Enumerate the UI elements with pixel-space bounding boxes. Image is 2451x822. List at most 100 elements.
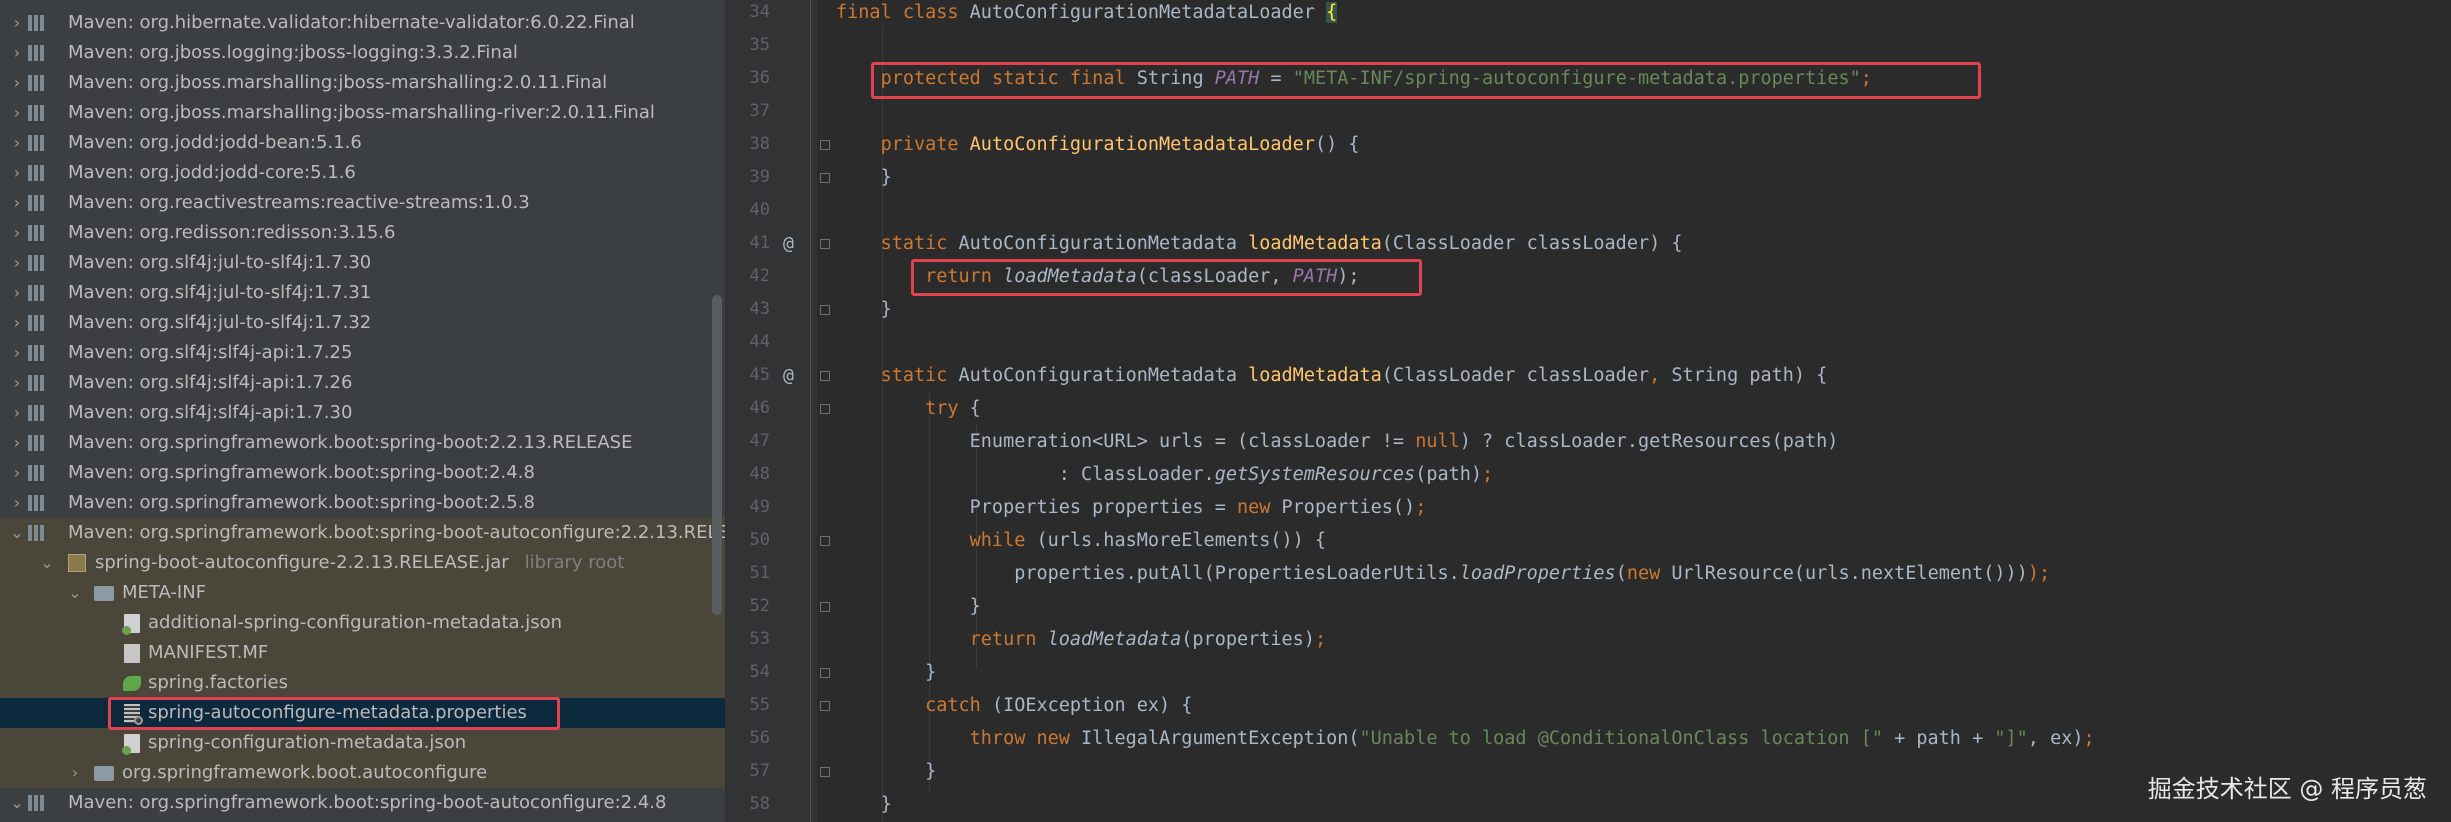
tree-item-additional-metadata-json[interactable]: additional-spring-configuration-metadata… [0,608,725,638]
code-line-45[interactable]: static AutoConfigurationMetadata loadMet… [836,359,1828,392]
fold-icon[interactable] [820,173,830,183]
line-number: 41 [749,233,770,253]
tree-item-jar-library-root[interactable]: ⌄ spring-boot-autoconfigure-2.2.13.RELEA… [0,548,725,578]
code-token: static [880,233,959,254]
chevron-down-icon[interactable]: ⌄ [68,578,82,608]
chevron-right-icon[interactable]: › [10,458,24,488]
tree-item-jboss-marshalling[interactable]: › Maven: org.jboss.marshalling:jboss-mar… [0,68,725,98]
code-line-38[interactable]: private AutoConfigurationMetadataLoader(… [836,128,1360,161]
chevron-right-icon[interactable]: › [68,758,82,788]
code-line-43[interactable]: } [836,293,892,326]
library-icon [28,105,44,121]
tree-item-jul-to-slf4j-1730[interactable]: › Maven: org.slf4j:jul-to-slf4j:1.7.30 [0,248,725,278]
library-icon [28,375,44,391]
code-line-52[interactable]: } [836,590,981,623]
fold-icon[interactable] [820,536,830,546]
tree-item-label: Maven: org.jboss.marshalling:jboss-marsh… [68,102,655,123]
code-token: loadProperties [1459,563,1616,584]
tree-item-label: Maven: org.redisson:redisson:3.15.6 [68,222,396,243]
tree-item-jul-to-slf4j-1731[interactable]: › Maven: org.slf4j:jul-to-slf4j:1.7.31 [0,278,725,308]
chevron-right-icon[interactable]: › [10,338,24,368]
tree-item-manifest[interactable]: MANIFEST.MF [0,638,725,668]
tree-item-jboss-logging[interactable]: › Maven: org.jboss.logging:jboss-logging… [0,38,725,68]
tree-item-jodd-bean[interactable]: › Maven: org.jodd:jodd-bean:5.1.6 [0,128,725,158]
tree-item-slf4j-api-1730[interactable]: › Maven: org.slf4j:slf4j-api:1.7.30 [0,398,725,428]
code-line-46[interactable]: try { [836,392,981,425]
chevron-right-icon[interactable]: › [10,368,24,398]
code-line-51[interactable]: properties.putAll(PropertiesLoaderUtils.… [836,557,2050,590]
chevron-right-icon[interactable]: › [10,278,24,308]
code-line-49[interactable]: Properties properties = new Properties()… [836,491,1427,524]
fold-icon[interactable] [820,767,830,777]
tree-item-reactive-streams[interactable]: › Maven: org.reactivestreams:reactive-st… [0,188,725,218]
override-marker-icon[interactable]: @ [783,359,803,392]
code-line-58[interactable]: } [836,788,892,821]
tree-item-spring-boot-autoconfigure-248[interactable]: ⌄ Maven: org.springframework.boot:spring… [0,788,725,818]
code-line-56[interactable]: throw new IllegalArgumentException("Unab… [836,722,2095,755]
code-line-55[interactable]: catch (IOException ex) { [836,689,1192,722]
fold-icon[interactable] [820,404,830,414]
chevron-right-icon[interactable]: › [10,398,24,428]
chevron-right-icon[interactable]: › [10,38,24,68]
code-line-48[interactable]: : ClassLoader.getSystemResources(path); [836,458,1493,491]
chevron-right-icon[interactable]: › [10,308,24,338]
chevron-right-icon[interactable]: › [10,248,24,278]
code-line-53[interactable]: return loadMetadata(properties); [836,623,1326,656]
tree-item-label: spring-configuration-metadata.json [148,732,467,753]
chevron-down-icon[interactable]: ⌄ [10,518,24,548]
chevron-right-icon[interactable]: › [10,188,24,218]
tree-item-spring-factories[interactable]: spring.factories [0,668,725,698]
chevron-right-icon[interactable]: › [10,128,24,158]
tree-item-spring-boot-258[interactable]: › Maven: org.springframework.boot:spring… [0,488,725,518]
code-token: final class [836,2,970,23]
fold-icon[interactable] [820,701,830,711]
code-line-39[interactable]: } [836,161,892,194]
code-token: : ClassLoader. [1058,464,1215,485]
tree-item-spring-boot-2213[interactable]: › Maven: org.springframework.boot:spring… [0,428,725,458]
tree-item-slf4j-api-1725[interactable]: › Maven: org.slf4j:slf4j-api:1.7.25 [0,338,725,368]
tree-item-hibernate-validator[interactable]: › Maven: org.hibernate.validator:hiberna… [0,8,725,38]
code-token: , [1649,365,1672,386]
tree-item-slf4j-api-1726[interactable]: › Maven: org.slf4j:slf4j-api:1.7.26 [0,368,725,398]
tree-item-jul-to-slf4j-1732[interactable]: › Maven: org.slf4j:jul-to-slf4j:1.7.32 [0,308,725,338]
code-line-34[interactable]: final class AutoConfigurationMetadataLoa… [836,0,1338,29]
code-line-41[interactable]: static AutoConfigurationMetadata loadMet… [836,227,1683,260]
tree-item-meta-inf[interactable]: ⌄ META-INF [0,578,725,608]
chevron-right-icon[interactable]: › [10,158,24,188]
chevron-right-icon[interactable]: › [10,8,24,38]
tree-item-jboss-marshalling-river[interactable]: › Maven: org.jboss.marshalling:jboss-mar… [0,98,725,128]
tree-item-label: Maven: org.springframework.boot:spring-b… [68,462,535,483]
line-number: 47 [749,431,770,451]
code-line-50[interactable]: while (urls.hasMoreElements()) { [836,524,1326,557]
tree-item-spring-boot-autoconfigure-2213[interactable]: ⌄ Maven: org.springframework.boot:spring… [0,518,725,548]
tree-item-autoconfigure-package[interactable]: › org.springframework.boot.autoconfigure [0,758,725,788]
tree-item-label: Maven: org.jodd:jodd-core:5.1.6 [68,162,356,183]
fold-icon[interactable] [820,371,830,381]
code-line-57[interactable]: } [836,755,936,788]
fold-icon[interactable] [820,668,830,678]
tree-item-label: Maven: org.slf4j:jul-to-slf4j:1.7.32 [68,312,372,333]
tree-item-redisson[interactable]: › Maven: org.redisson:redisson:3.15.6 [0,218,725,248]
override-marker-icon[interactable]: @ [783,227,803,260]
chevron-down-icon[interactable]: ⌄ [10,788,24,818]
tree-item-spring-boot-248[interactable]: › Maven: org.springframework.boot:spring… [0,458,725,488]
fold-icon[interactable] [820,602,830,612]
chevron-right-icon[interactable]: › [10,218,24,248]
code-line-47[interactable]: Enumeration<URL> urls = (classLoader != … [836,425,1839,458]
code-line-54[interactable]: } [836,656,936,689]
library-icon [28,285,44,301]
chevron-right-icon[interactable]: › [10,68,24,98]
chevron-right-icon[interactable]: › [10,98,24,128]
library-icon [28,495,44,511]
chevron-down-icon[interactable]: ⌄ [40,548,54,578]
line-number: 48 [749,464,770,484]
tree-item-spring-configuration-metadata[interactable]: spring-configuration-metadata.json [0,728,725,758]
tree-item-jodd-core[interactable]: › Maven: org.jodd:jodd-core:5.1.6 [0,158,725,188]
chevron-right-icon[interactable]: › [10,488,24,518]
fold-icon[interactable] [820,140,830,150]
fold-icon[interactable] [820,239,830,249]
fold-icon[interactable] [820,305,830,315]
tree-scrollbar[interactable] [712,295,722,615]
code-token: AutoConfigurationMetadata [958,365,1249,386]
chevron-right-icon[interactable]: › [10,428,24,458]
